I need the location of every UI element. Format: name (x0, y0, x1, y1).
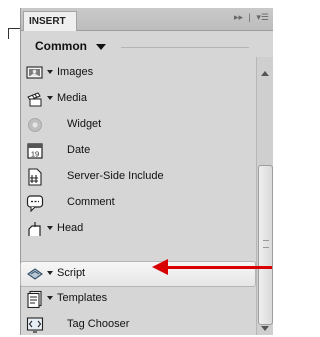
item-label: Media (57, 92, 87, 104)
tag-chooser-icon (26, 317, 44, 333)
category-dropdown[interactable]: Common (35, 39, 107, 53)
dropdown-arrow-icon[interactable] (47, 226, 53, 230)
list-item-media[interactable]: Media (21, 87, 255, 111)
collapse-icon[interactable]: ▸▸ (234, 12, 243, 22)
list-item-server-side-include[interactable]: Server-Side Include (21, 165, 255, 189)
head-icon (28, 222, 41, 236)
scroll-up-icon[interactable] (261, 71, 269, 76)
tab-insert[interactable]: INSERT (23, 11, 77, 31)
list-item-images[interactable]: Images (21, 61, 255, 85)
templates-icon (27, 290, 42, 308)
item-label: Images (57, 66, 94, 78)
dropdown-arrow-icon[interactable] (47, 296, 53, 300)
item-label: Tag Chooser (67, 318, 130, 330)
separator: | (248, 12, 251, 22)
list-item-tag-chooser[interactable]: Tag Chooser (21, 313, 255, 337)
dropdown-arrow-icon[interactable] (47, 271, 53, 275)
list-item-widget[interactable]: Widget (21, 113, 255, 137)
chevron-down-icon (96, 43, 107, 50)
widget-icon (28, 118, 42, 132)
grip-icon (263, 240, 269, 248)
list-item-script[interactable]: Script (20, 261, 256, 287)
scrollbar-thumb[interactable] (258, 165, 273, 325)
script-icon (27, 268, 43, 280)
svg-text:19: 19 (31, 150, 39, 159)
panel-menu-icon[interactable]: ▾☰ (256, 12, 269, 22)
panel-controls: ▸▸ | ▾☰ (231, 12, 269, 23)
dropdown-arrow-icon[interactable] (47, 70, 53, 74)
dropdown-arrow-icon[interactable] (47, 96, 53, 100)
panel-tab-bar: INSERT ▸▸ | ▾☰ (21, 8, 273, 31)
divider (121, 47, 249, 48)
annotation-arrow-line (166, 266, 272, 269)
item-label: Templates (57, 292, 108, 304)
image-icon (26, 66, 43, 79)
list-item-comment[interactable]: Comment (21, 191, 255, 215)
comment-icon (26, 195, 44, 212)
scroll-down-icon[interactable] (261, 326, 269, 331)
item-label: Date (67, 144, 91, 156)
vertical-scrollbar[interactable] (256, 57, 273, 335)
list-item-templates[interactable]: Templates (21, 287, 255, 311)
category-label: Common (35, 39, 87, 53)
item-label: Server-Side Include (67, 170, 164, 182)
item-label: Head (57, 222, 84, 234)
list-item-head[interactable]: Head (21, 217, 255, 241)
insert-panel: INSERT ▸▸ | ▾☰ Common Images Media Widge… (20, 8, 273, 335)
item-label: Script (57, 267, 86, 279)
list-item-date[interactable]: 19 Date (21, 139, 255, 163)
panel-content: Common Images Media Widget 19 Date Serve… (20, 31, 273, 337)
media-icon (27, 92, 42, 107)
calendar-icon: 19 (27, 143, 43, 159)
item-label: Comment (67, 196, 115, 208)
item-label: Widget (67, 118, 102, 130)
server-side-include-icon (28, 168, 42, 186)
